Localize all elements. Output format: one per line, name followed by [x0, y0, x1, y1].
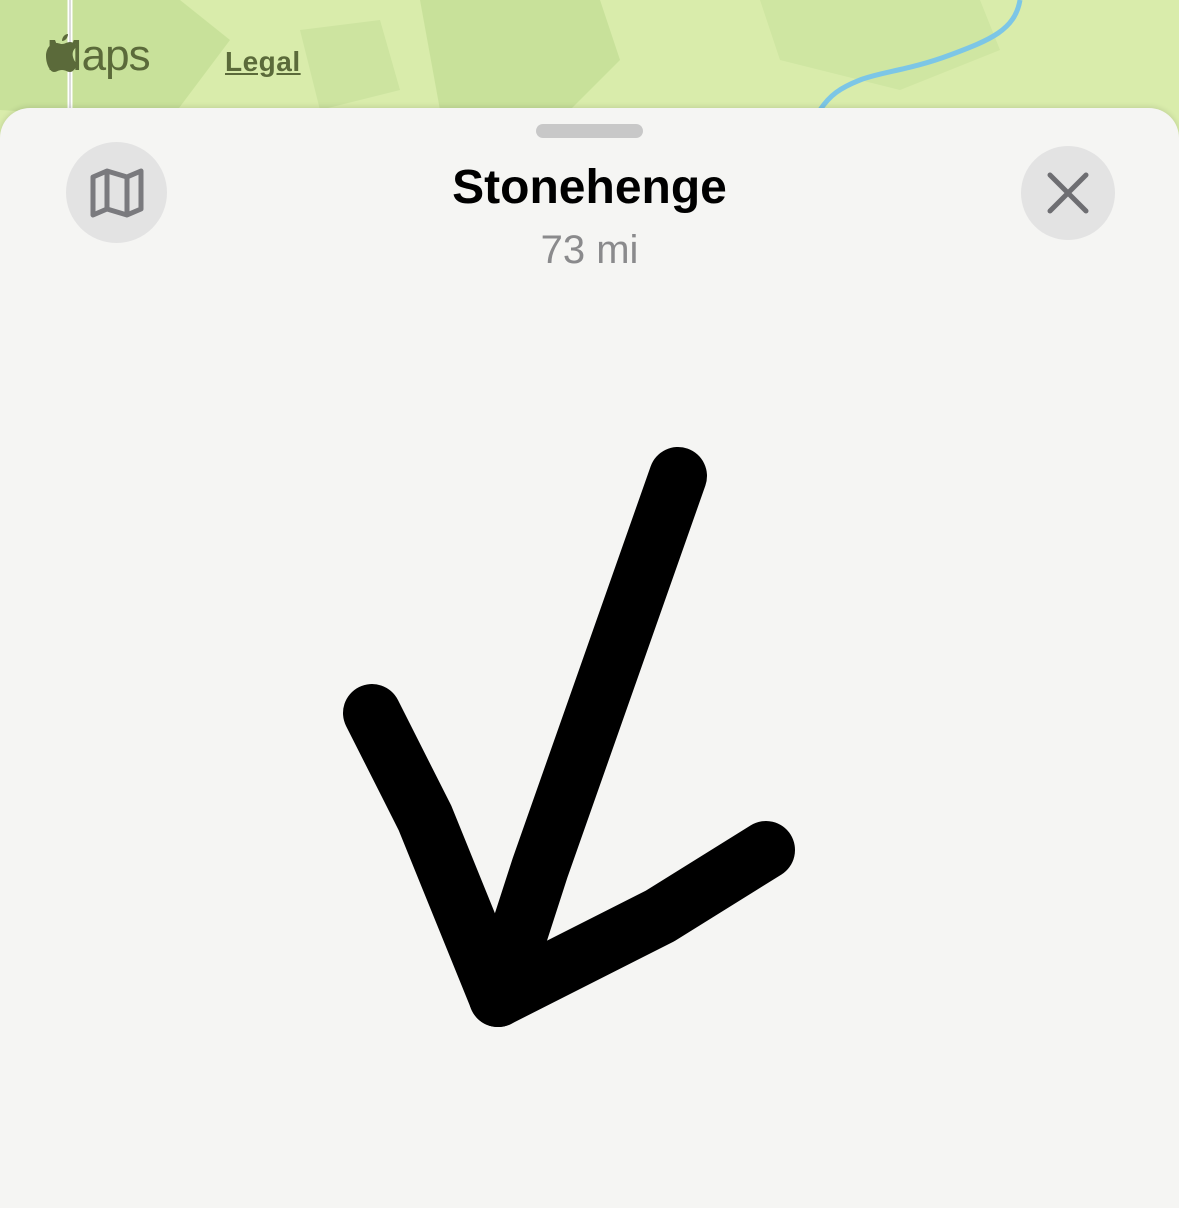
arrow-down-left-icon — [343, 447, 795, 1027]
legal-link[interactable]: Legal — [225, 46, 301, 78]
apple-logo-icon — [46, 34, 78, 72]
apple-maps-logo: Maps — [46, 34, 151, 78]
place-sheet: Stonehenge 73 mi — [0, 108, 1179, 1208]
